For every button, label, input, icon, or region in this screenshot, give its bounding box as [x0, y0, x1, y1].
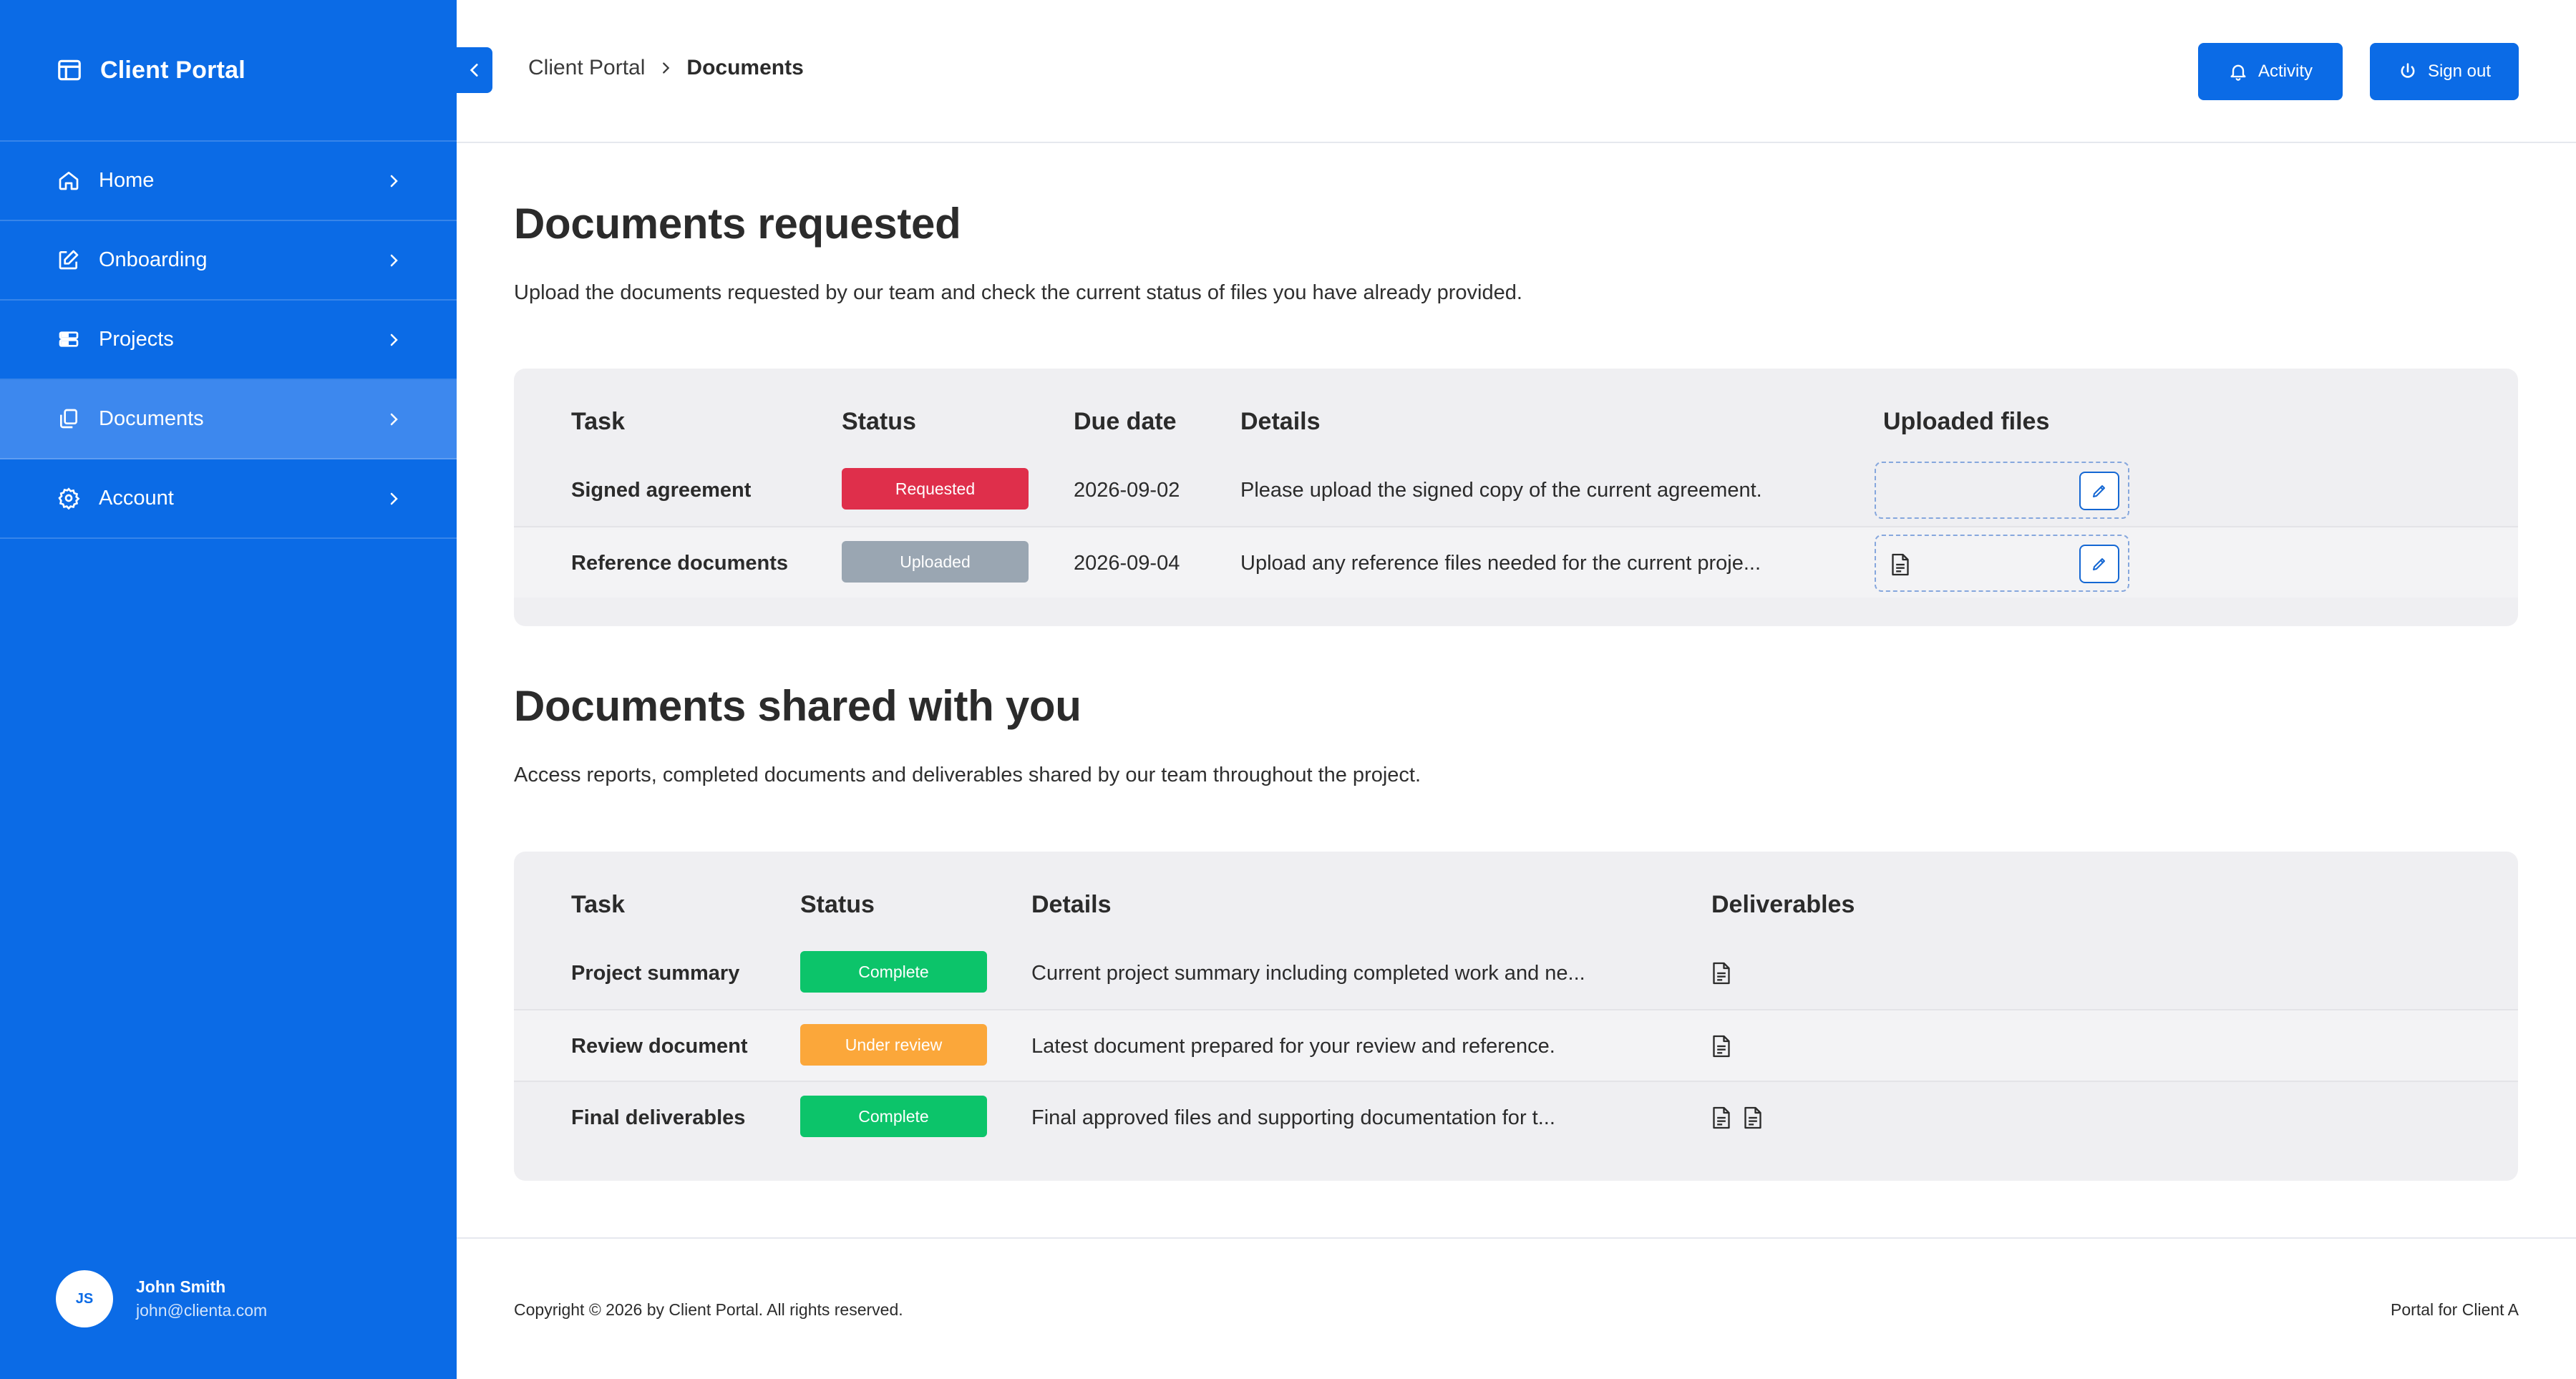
sign-out-label: Sign out: [2427, 62, 2492, 81]
brand[interactable]: Client Portal: [0, 0, 457, 142]
task-details: Current project summary including comple…: [1031, 962, 1585, 985]
table-row: Final deliverables Complete Final approv…: [514, 1081, 2518, 1152]
sidebar-item-account[interactable]: Account: [0, 459, 457, 539]
shared-title: Documents shared with you: [514, 682, 1082, 730]
user-email: john@clienta.com: [136, 1301, 268, 1320]
sidebar-item-label: Onboarding: [99, 248, 208, 271]
sidebar: Client Portal Home Onboarding Projects D…: [0, 0, 457, 1379]
task-name: Review document: [571, 1034, 748, 1058]
task-details: Latest document prepared for your review…: [1031, 1035, 1555, 1058]
sidebar-item-onboarding[interactable]: Onboarding: [0, 221, 457, 301]
column-header-details: Details: [1240, 408, 1321, 435]
requested-title: Documents requested: [514, 200, 961, 248]
copyright-text: Copyright © 2026 by Client Portal. All r…: [514, 1300, 903, 1319]
file-icon[interactable]: [1890, 552, 1910, 577]
sidebar-item-label: Projects: [99, 328, 174, 351]
status-badge: Requested: [842, 468, 1029, 510]
breadcrumb: Client Portal Documents: [528, 56, 804, 80]
avatar: JS: [56, 1270, 113, 1327]
chevron-right-icon: [385, 490, 402, 507]
sidebar-item-documents[interactable]: Documents: [0, 380, 457, 459]
task-name: Reference documents: [571, 551, 788, 575]
file-icon[interactable]: [1711, 1034, 1731, 1058]
deliverables: [1711, 937, 1731, 1009]
chevron-right-icon: [385, 331, 402, 349]
pencil-icon: [2091, 555, 2108, 572]
column-header-due-date: Due date: [1074, 408, 1177, 435]
footer-portal-label: Portal for Client A: [2391, 1300, 2519, 1319]
table-row: Review document Under review Latest docu…: [514, 1009, 2518, 1081]
due-date: 2026-09-02: [1074, 478, 1180, 502]
chevron-right-icon: [385, 411, 402, 428]
chevron-right-icon: [385, 172, 402, 190]
column-header-status: Status: [800, 891, 875, 918]
edit-icon: [57, 248, 82, 273]
status-badge: Complete: [800, 1096, 987, 1137]
app-title: Client Portal: [100, 56, 246, 84]
user-name: John Smith: [136, 1277, 226, 1296]
sidebar-item-home[interactable]: Home: [0, 142, 457, 221]
status-badge: Uploaded: [842, 541, 1029, 583]
breadcrumb-current: Documents: [686, 56, 804, 79]
upload-dropzone[interactable]: [1875, 535, 2129, 592]
column-header-status: Status: [842, 408, 916, 435]
user-info: John Smith john@clienta.com: [136, 1277, 267, 1320]
column-header-task: Task: [571, 408, 625, 435]
file-icon[interactable]: [1743, 1106, 1763, 1130]
status-badge: Under review: [800, 1024, 987, 1066]
sidebar-item-projects[interactable]: Projects: [0, 301, 457, 380]
activity-label: Activity: [2257, 62, 2313, 81]
layout-icon: [56, 57, 83, 84]
file-icon[interactable]: [1711, 961, 1731, 985]
edit-upload-button[interactable]: [2079, 472, 2119, 510]
power-icon: [2398, 62, 2418, 82]
table-row: Project summary Complete Current project…: [514, 937, 2518, 1009]
edit-upload-button[interactable]: [2079, 545, 2119, 583]
chevron-right-icon: [658, 60, 674, 76]
due-date: 2026-09-04: [1074, 551, 1180, 575]
sidebar-nav: Home Onboarding Projects Documents Accou…: [0, 142, 457, 539]
sign-out-button[interactable]: Sign out: [2370, 43, 2519, 100]
deliverables: [1711, 1082, 1763, 1154]
sidebar-item-label: Home: [99, 169, 155, 192]
sidebar-item-label: Documents: [99, 407, 204, 430]
table-row: Signed agreement Requested 2026-09-02 Pl…: [514, 454, 2518, 526]
chevron-right-icon: [385, 252, 402, 269]
bell-icon: [2228, 62, 2248, 82]
shared-description: Access reports, completed documents and …: [514, 764, 1421, 786]
gear-icon: [57, 487, 82, 511]
status-badge: Complete: [800, 951, 987, 993]
task-details: Final approved files and supporting docu…: [1031, 1106, 1555, 1129]
column-header-uploaded-files: Uploaded files: [1883, 408, 2050, 435]
shared-table: Task Status Details Deliverables Project…: [514, 852, 2518, 1181]
footer: Copyright © 2026 by Client Portal. All r…: [457, 1237, 2576, 1379]
task-details: Please upload the signed copy of the cur…: [1240, 479, 1762, 502]
deliverables: [1711, 1010, 1731, 1082]
task-name: Project summary: [571, 961, 740, 985]
user-profile[interactable]: JS John Smith john@clienta.com: [56, 1270, 267, 1327]
requested-table: Task Status Due date Details Uploaded fi…: [514, 369, 2518, 626]
top-header: Client Portal Documents Activity Sign ou…: [457, 0, 2576, 143]
column-header-deliverables: Deliverables: [1711, 891, 1855, 918]
task-details: Upload any reference files needed for th…: [1240, 552, 1761, 575]
upload-dropzone[interactable]: [1875, 462, 2129, 519]
home-icon: [57, 169, 82, 193]
task-name: Final deliverables: [571, 1106, 746, 1129]
server-icon: [57, 328, 82, 352]
column-header-task: Task: [571, 891, 625, 918]
table-row: Reference documents Uploaded 2026-09-04 …: [514, 526, 2518, 598]
pencil-icon: [2091, 482, 2108, 500]
breadcrumb-parent-link[interactable]: Client Portal: [528, 56, 645, 80]
file-icon[interactable]: [1711, 1106, 1731, 1130]
sidebar-item-label: Account: [99, 487, 174, 510]
copy-icon: [57, 407, 82, 432]
column-header-details: Details: [1031, 891, 1112, 918]
task-name: Signed agreement: [571, 478, 752, 502]
requested-description: Upload the documents requested by our te…: [514, 281, 1522, 304]
activity-button[interactable]: Activity: [2198, 43, 2343, 100]
